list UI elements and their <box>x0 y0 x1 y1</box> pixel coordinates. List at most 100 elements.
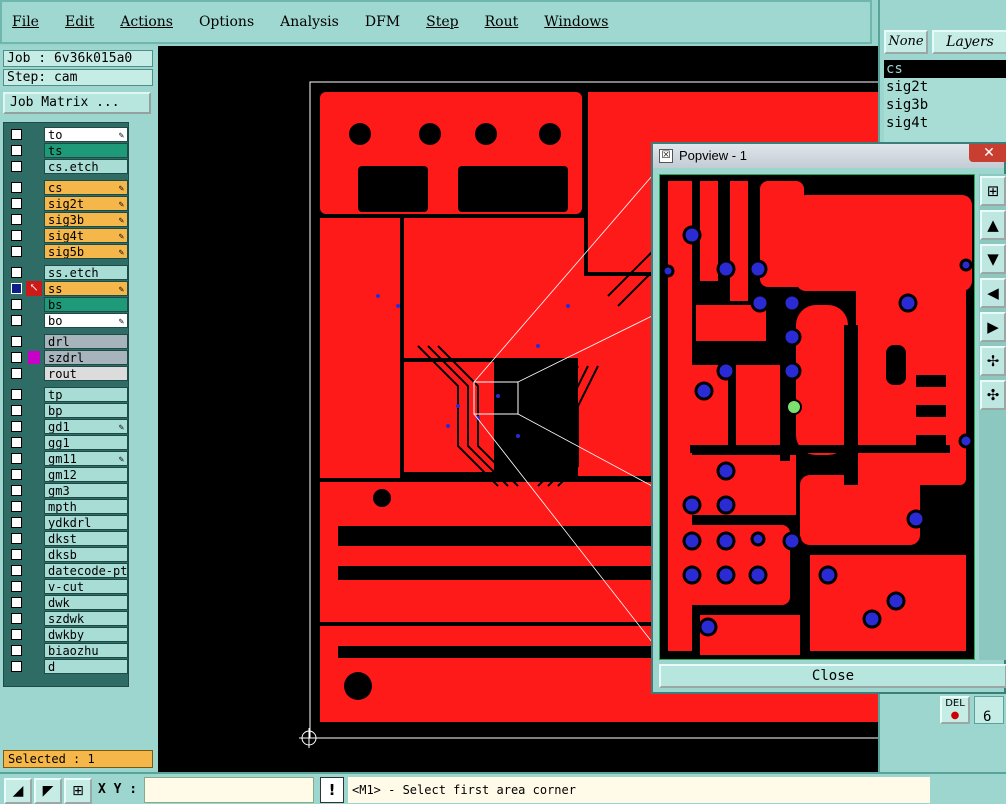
layer-work-indicator[interactable] <box>26 159 42 174</box>
layer-work-indicator[interactable] <box>26 611 42 626</box>
layer-checkbox[interactable] <box>11 645 22 656</box>
menu-windows[interactable]: Windows <box>540 12 612 32</box>
grid-icon[interactable]: ⊞ <box>64 778 92 804</box>
layer-work-indicator[interactable] <box>26 483 42 498</box>
right-layer-sig3b[interactable]: sig3b <box>884 96 1006 114</box>
layer-row-gm3[interactable]: gm3 <box>6 483 128 498</box>
layer-checkbox[interactable] <box>11 549 22 560</box>
layer-row-sig4t[interactable]: sig4t ✎ <box>6 228 128 243</box>
layer-checkbox[interactable] <box>11 198 22 209</box>
layer-work-indicator[interactable] <box>26 467 42 482</box>
layer-work-indicator[interactable] <box>26 297 42 312</box>
layer-work-indicator[interactable] <box>26 547 42 562</box>
layer-work-indicator[interactable] <box>26 419 42 434</box>
layer-checkbox[interactable] <box>11 230 22 241</box>
layer-row-bs[interactable]: bs <box>6 297 128 312</box>
layer-work-indicator[interactable] <box>26 366 42 381</box>
layer-checkbox[interactable] <box>11 145 22 156</box>
zoom-out-icon[interactable]: ✢ <box>980 346 1006 376</box>
warning-icon[interactable]: ! <box>320 777 344 803</box>
layer-checkbox[interactable] <box>11 352 22 363</box>
close-icon[interactable]: ✕ <box>969 144 1006 162</box>
layer-row-cs.etch[interactable]: cs.etch <box>6 159 128 174</box>
layer-checkbox[interactable] <box>11 214 22 225</box>
right-layer-sig4t[interactable]: sig4t <box>884 114 1006 132</box>
pan-right-icon[interactable]: ▶ <box>980 312 1006 342</box>
layer-row-dwkby[interactable]: dwkby <box>6 627 128 642</box>
layer-row-ts[interactable]: ts <box>6 143 128 158</box>
popview-titlebar[interactable]: ☒ Popview - 1 <box>653 144 1004 168</box>
menu-actions[interactable]: Actions <box>116 12 177 32</box>
layer-row-v-cut[interactable]: v-cut <box>6 579 128 594</box>
layer-work-indicator[interactable] <box>26 313 42 328</box>
none-button[interactable]: None <box>884 30 928 54</box>
layer-checkbox[interactable] <box>11 405 22 416</box>
layer-work-indicator[interactable] <box>26 212 42 227</box>
layer-work-indicator[interactable] <box>26 451 42 466</box>
layer-row-sig2t[interactable]: sig2t ✎ <box>6 196 128 211</box>
layer-work-indicator[interactable] <box>26 579 42 594</box>
layer-row-datecode-pte[interactable]: datecode-pte <box>6 563 128 578</box>
layer-checkbox[interactable] <box>11 485 22 496</box>
right-layer-sig2t[interactable]: sig2t <box>884 78 1006 96</box>
layer-work-indicator[interactable] <box>26 334 42 349</box>
pan-left-icon[interactable]: ◀ <box>980 278 1006 308</box>
layer-checkbox[interactable] <box>11 469 22 480</box>
work-layer-arrow-icon[interactable]: ↖ <box>26 281 42 296</box>
pan-up-icon[interactable]: ▲ <box>980 210 1006 240</box>
layer-row-szdrl[interactable]: szdrl <box>6 350 128 365</box>
layer-checkbox[interactable] <box>11 129 22 140</box>
layer-row-sig3b[interactable]: sig3b ✎ <box>6 212 128 227</box>
layer-row-gm11[interactable]: gm11 ✎ <box>6 451 128 466</box>
job-matrix-button[interactable]: Job Matrix ... <box>3 92 151 114</box>
layer-row-bp[interactable]: bp <box>6 403 128 418</box>
measure-icon[interactable]: ◢ <box>4 778 32 804</box>
layer-row-to[interactable]: to ✎ <box>6 127 128 142</box>
layer-row-dksb[interactable]: dksb <box>6 547 128 562</box>
layer-checkbox[interactable] <box>11 437 22 448</box>
layer-row-szdwk[interactable]: szdwk <box>6 611 128 626</box>
zoom-in-icon[interactable]: ✣ <box>980 380 1006 410</box>
layer-work-indicator[interactable] <box>26 515 42 530</box>
layer-work-indicator[interactable] <box>26 196 42 211</box>
layer-work-indicator[interactable] <box>28 351 40 364</box>
layer-work-indicator[interactable] <box>26 244 42 259</box>
layer-checkbox[interactable] <box>11 299 22 310</box>
layer-work-indicator[interactable] <box>26 627 42 642</box>
layer-row-gg1[interactable]: gg1 <box>6 435 128 450</box>
layer-work-indicator[interactable] <box>26 499 42 514</box>
layer-work-indicator[interactable] <box>26 595 42 610</box>
pan-down-icon[interactable]: ▼ <box>980 244 1006 274</box>
layer-work-indicator[interactable] <box>26 127 42 142</box>
right-layer-cs[interactable]: cs <box>884 60 1006 78</box>
menu-options[interactable]: Options <box>195 12 258 32</box>
popview-close-button[interactable]: Close <box>659 664 1006 688</box>
layer-row-gm12[interactable]: gm12 <box>6 467 128 482</box>
layer-checkbox[interactable] <box>11 565 22 576</box>
layer-checkbox[interactable] <box>11 597 22 608</box>
layer-work-indicator[interactable] <box>26 228 42 243</box>
zoom-fit-icon[interactable]: ⊞ <box>980 176 1006 206</box>
layer-checkbox[interactable] <box>11 661 22 672</box>
layer-checkbox[interactable] <box>11 501 22 512</box>
layer-checkbox[interactable] <box>11 581 22 592</box>
menu-rout[interactable]: Rout <box>481 12 523 32</box>
layer-checkbox[interactable] <box>11 389 22 400</box>
layer-row-d[interactable]: d <box>6 659 128 674</box>
layer-checkbox[interactable] <box>11 368 22 379</box>
layer-row-sig5b[interactable]: sig5b ✎ <box>6 244 128 259</box>
menu-dfm[interactable]: DFM <box>361 12 404 32</box>
layer-work-indicator[interactable] <box>26 531 42 546</box>
delete-button[interactable]: DEL ● <box>940 696 970 724</box>
layer-checkbox[interactable] <box>11 336 22 347</box>
layer-checkbox[interactable] <box>11 283 22 294</box>
menu-edit[interactable]: Edit <box>61 12 98 32</box>
layer-row-dkst[interactable]: dkst <box>6 531 128 546</box>
layer-work-indicator[interactable] <box>26 563 42 578</box>
layer-row-gd1[interactable]: gd1 ✎ <box>6 419 128 434</box>
layer-row-cs[interactable]: cs ✎ <box>6 180 128 195</box>
layer-checkbox[interactable] <box>11 453 22 464</box>
layer-work-indicator[interactable] <box>26 403 42 418</box>
menu-analysis[interactable]: Analysis <box>276 12 343 32</box>
layer-row-rout[interactable]: rout <box>6 366 128 381</box>
